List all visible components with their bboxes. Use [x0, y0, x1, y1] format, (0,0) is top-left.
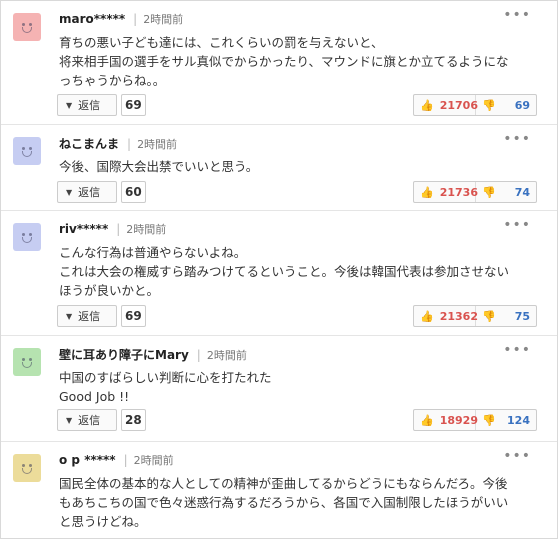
more-options-icon[interactable]: ••• [503, 131, 531, 147]
comment-item: o p ***** | 2時間前 ••• 国民全体の基本的な人としての精神が歪曲して… [1, 442, 557, 538]
comment-item: maro***** | 2時間前 ••• 育ちの悪い子ども達には、これくらいの罰を与… [1, 1, 557, 125]
comment-time: 2時間前 [133, 454, 174, 467]
reply-count[interactable]: 69 [121, 305, 146, 327]
triangle-down-icon: ▼ [66, 100, 73, 110]
dislike-button[interactable]: 👎 74 [476, 182, 536, 202]
comment-list: maro***** | 2時間前 ••• 育ちの悪い子ども達には、これくらいの罰を与… [0, 0, 558, 539]
triangle-down-icon: ▼ [66, 187, 73, 197]
more-options-icon[interactable]: ••• [503, 342, 531, 358]
reply-count[interactable]: 69 [121, 94, 146, 116]
comment-item: ねこまんま | 2時間前 ••• 今後、国際大会出禁でいいと思う。 ▼ 返信 60 👍… [1, 125, 557, 211]
thumbs-down-icon: 👎 [482, 185, 496, 199]
like-button[interactable]: 👍 18929 [414, 410, 478, 430]
reply-button[interactable]: ▼ 返信 [57, 181, 117, 203]
reply-count[interactable]: 60 [121, 181, 146, 203]
comment-body: 中国のすばらしい判断に心を打たれた Good Job !! [59, 370, 272, 404]
like-button[interactable]: 👍 21706 [414, 95, 478, 115]
avatar [13, 348, 41, 376]
dislike-button[interactable]: 👎 124 [476, 410, 536, 430]
thumbs-down-icon: 👎 [482, 98, 496, 112]
comment-time: 2時間前 [143, 13, 184, 26]
comment-body: 育ちの悪い子ども達には、これくらいの罰を与えないと、 将来相手国の選手をサル真似… [59, 35, 509, 88]
comment-item: 壁に耳あり障子にMary | 2時間前 ••• 中国のすばらしい判断に心を打たれた … [1, 336, 557, 442]
comment-body: 国民全体の基本的な人としての精神が歪曲してるからどうにもならんだろ。今後 もあち… [59, 476, 509, 529]
comment-body: こんな行為は普通やらないよね。 これは大会の権威すら踏みつけてるということ。今後… [59, 245, 510, 298]
vote-buttons: 👍 21362 👎 75 [413, 305, 537, 327]
reply-count[interactable]: 28 [121, 409, 146, 431]
comment-author[interactable]: o p ***** [59, 453, 116, 467]
comment-body: 今後、国際大会出禁でいいと思う。 [59, 159, 259, 174]
more-options-icon[interactable]: ••• [503, 448, 531, 464]
reply-button[interactable]: ▼ 返信 [57, 94, 117, 116]
comment-author[interactable]: riv***** [59, 222, 108, 236]
comment-time: 2時間前 [206, 349, 247, 362]
like-button[interactable]: 👍 21736 [414, 182, 478, 202]
avatar [13, 13, 41, 41]
more-options-icon[interactable]: ••• [503, 7, 531, 23]
more-options-icon[interactable]: ••• [503, 217, 531, 233]
comment-item: riv***** | 2時間前 ••• こんな行為は普通やらないよね。 これは大会の… [1, 211, 557, 336]
avatar [13, 137, 41, 165]
thumbs-down-icon: 👎 [482, 309, 496, 323]
comment-time: 2時間前 [137, 138, 178, 151]
avatar [13, 223, 41, 251]
reply-button[interactable]: ▼ 返信 [57, 305, 117, 327]
like-button[interactable]: 👍 21362 [414, 306, 478, 326]
comment-time: 2時間前 [126, 223, 167, 236]
thumbs-up-icon: 👍 [420, 309, 434, 323]
vote-buttons: 👍 18929 👎 124 [413, 409, 537, 431]
comment-author[interactable]: maro***** [59, 12, 125, 26]
thumbs-up-icon: 👍 [420, 185, 434, 199]
dislike-button[interactable]: 👎 69 [476, 95, 536, 115]
vote-buttons: 👍 21736 👎 74 [413, 181, 537, 203]
triangle-down-icon: ▼ [66, 311, 73, 321]
thumbs-up-icon: 👍 [420, 413, 434, 427]
thumbs-up-icon: 👍 [420, 98, 434, 112]
comment-author[interactable]: ねこまんま [59, 137, 119, 151]
reply-button[interactable]: ▼ 返信 [57, 409, 117, 431]
thumbs-down-icon: 👎 [482, 413, 496, 427]
triangle-down-icon: ▼ [66, 415, 73, 425]
dislike-button[interactable]: 👎 75 [476, 306, 536, 326]
avatar [13, 454, 41, 482]
comment-author[interactable]: 壁に耳あり障子にMary [59, 348, 189, 362]
vote-buttons: 👍 21706 👎 69 [413, 94, 537, 116]
